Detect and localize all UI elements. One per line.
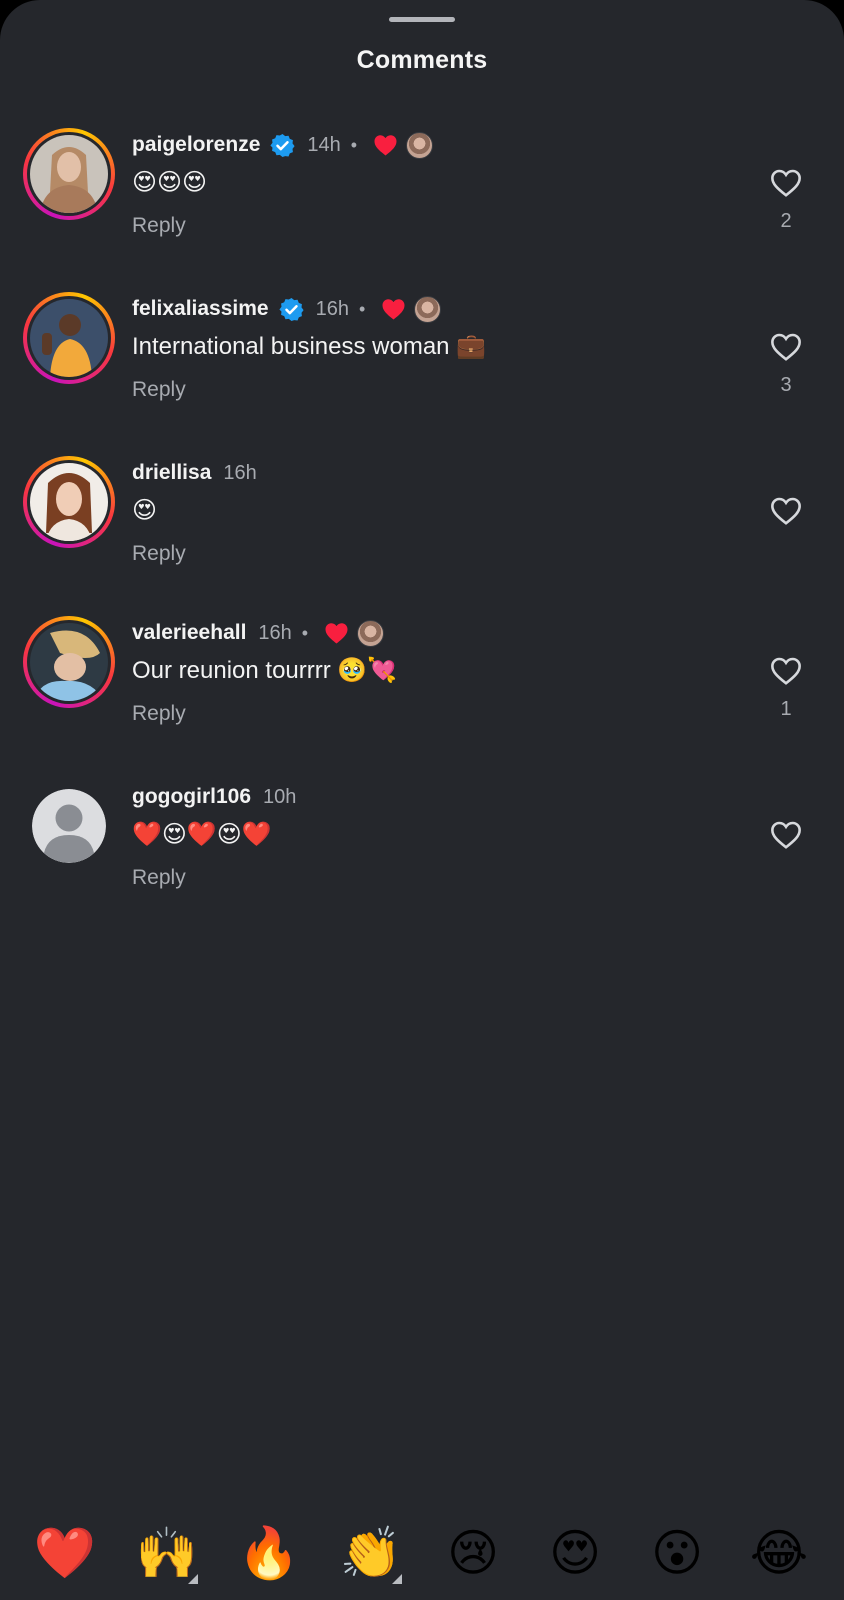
like-heart-icon[interactable] (769, 332, 803, 362)
separator-dot: • (301, 622, 309, 643)
clapping-hands-emoji: 👏 (339, 1525, 403, 1581)
separator-dot: • (350, 134, 358, 155)
separator-dot: • (358, 298, 366, 319)
comment-username[interactable]: felixaliassime (132, 297, 269, 321)
comment-item: gogogirl106 10h ❤️😍❤️😍❤️ Reply (0, 778, 844, 928)
reaction-heart-eyes-button[interactable]: 😍 (540, 1518, 610, 1588)
comments-sheet: Comments paigelorenze 14h • 😍😍😍 Reply 2 … (0, 0, 844, 1600)
comment-text: ❤️😍❤️😍❤️ (132, 821, 272, 848)
fire-emoji: 🔥 (237, 1525, 301, 1581)
reply-button[interactable]: Reply (132, 866, 186, 890)
comment-username[interactable]: valerieehall (132, 621, 246, 645)
verified-badge-icon (270, 133, 295, 157)
creator-liked-heart-icon (325, 623, 348, 644)
reaction-clap-button[interactable]: 👏 (336, 1518, 406, 1588)
like-count: 3 (780, 374, 792, 396)
avatar[interactable] (23, 616, 115, 708)
like-heart-icon[interactable] (769, 496, 803, 526)
creator-avatar-mini (406, 131, 434, 159)
drag-handle[interactable] (389, 17, 455, 22)
reply-button[interactable]: Reply (132, 542, 186, 566)
reply-button[interactable]: Reply (132, 378, 186, 402)
comment-timestamp: 10h (263, 785, 297, 808)
creator-avatar-mini (414, 295, 442, 323)
reply-button[interactable]: Reply (132, 214, 186, 238)
avatar[interactable] (23, 128, 115, 220)
heart-eyes-emoji: 😍 (548, 1525, 602, 1581)
comment-item: driellisa 16h 😍 Reply (0, 454, 844, 604)
comment-username[interactable]: paigelorenze (132, 133, 260, 157)
comment-item: valerieehall 16h • Our reunion tourrrr 🥹… (0, 614, 844, 764)
default-avatar-icon (32, 789, 106, 863)
reply-button[interactable]: Reply (132, 702, 186, 726)
comment-timestamp: 16h (315, 297, 349, 320)
comment-timestamp: 16h (258, 621, 292, 644)
red-heart-emoji: ❤️ (33, 1525, 97, 1581)
like-heart-icon[interactable] (769, 820, 803, 850)
skin-tone-variants-indicator (188, 1574, 198, 1584)
avatar[interactable] (23, 292, 115, 384)
comment-item: paigelorenze 14h • 😍😍😍 Reply 2 (0, 126, 844, 276)
like-heart-icon[interactable] (769, 168, 803, 198)
crying-face-emoji: 😢 (446, 1525, 500, 1581)
creator-liked-heart-icon (374, 135, 397, 156)
comment-timestamp: 14h (307, 133, 341, 156)
reaction-surprised-button[interactable]: 😮 (642, 1518, 712, 1588)
reaction-raised-hands-button[interactable]: 🙌 (132, 1518, 202, 1588)
tears-of-joy-emoji: 😂 (749, 1525, 809, 1581)
comment-text: Our reunion tourrrr 🥹💘 (132, 657, 398, 684)
reaction-heart-button[interactable]: ❤️ (30, 1518, 100, 1588)
comment-item: felixaliassime 16h • International busin… (0, 290, 844, 440)
comment-timestamp: 16h (223, 461, 257, 484)
comment-text: 😍😍😍 (132, 169, 208, 196)
comment-username[interactable]: driellisa (132, 461, 211, 485)
verified-badge-icon (279, 297, 304, 321)
quick-reaction-bar: ❤️ 🙌 🔥 👏 😢 😍 😮 😂 (0, 1518, 844, 1588)
comment-text: 😍 (132, 497, 158, 524)
like-heart-icon[interactable] (769, 656, 803, 686)
avatar[interactable] (23, 780, 115, 872)
sheet-title: Comments (356, 46, 488, 74)
comment-text: International business woman 💼 (132, 333, 487, 360)
surprised-face-emoji: 😮 (650, 1525, 704, 1581)
reaction-crying-button[interactable]: 😢 (438, 1518, 508, 1588)
avatar[interactable] (23, 456, 115, 548)
comment-username[interactable]: gogogirl106 (132, 785, 251, 809)
reaction-laughing-button[interactable]: 😂 (744, 1518, 814, 1588)
reaction-fire-button[interactable]: 🔥 (234, 1518, 304, 1588)
raised-hands-emoji: 🙌 (135, 1525, 199, 1581)
creator-avatar-mini (357, 619, 385, 647)
creator-liked-heart-icon (382, 299, 405, 320)
skin-tone-variants-indicator (392, 1574, 402, 1584)
like-count: 1 (780, 698, 792, 720)
like-count: 2 (780, 210, 792, 232)
